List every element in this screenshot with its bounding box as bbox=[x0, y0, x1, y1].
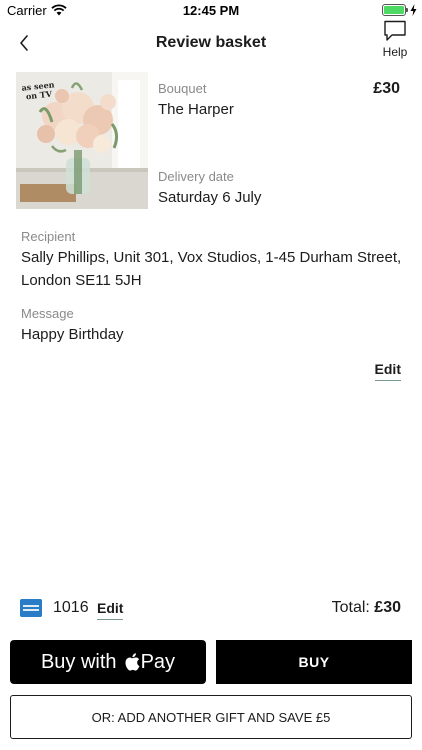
speech-bubble-icon bbox=[384, 20, 406, 41]
apple-pay-button[interactable]: Buy with Pay bbox=[10, 640, 206, 684]
apple-logo-icon bbox=[125, 653, 139, 671]
card-last-digits: 1016 bbox=[53, 599, 89, 616]
edit-order-link[interactable]: Edit bbox=[374, 361, 401, 381]
item-price: £30 bbox=[373, 80, 400, 97]
charging-bolt-icon bbox=[410, 4, 417, 16]
recipient-address-line1: Sally Phillips, Unit 301, Vox Studios, 1… bbox=[21, 249, 402, 266]
status-time: 12:45 PM bbox=[182, 3, 240, 18]
buy-button[interactable]: BUY bbox=[216, 640, 412, 684]
page-title: Review basket bbox=[155, 34, 267, 51]
recipient-label: Recipient bbox=[21, 229, 76, 244]
total-amount: £30 bbox=[374, 599, 401, 616]
order-total: Total: £30 bbox=[332, 599, 401, 617]
message-value: Happy Birthday bbox=[21, 326, 124, 343]
as-seen-on-tv-badge: as seen on TV bbox=[21, 79, 55, 102]
recipient-address-line2: London SE11 5JH bbox=[21, 272, 142, 289]
message-label: Message bbox=[21, 306, 74, 321]
delivery-date-label: Delivery date bbox=[158, 169, 234, 184]
help-label: Help bbox=[382, 45, 408, 59]
amex-card-icon bbox=[20, 599, 42, 617]
delivery-date-value: Saturday 6 July bbox=[158, 189, 262, 206]
total-label: Total: bbox=[331, 599, 370, 616]
bouquet-label: Bouquet bbox=[158, 81, 207, 96]
battery-icon bbox=[382, 4, 406, 16]
apple-pay-prefix: Buy with bbox=[40, 650, 117, 673]
status-bar: Carrier 12:45 PM bbox=[0, 0, 422, 22]
battery-level-fill bbox=[384, 6, 404, 14]
add-another-gift-button[interactable]: OR: ADD ANOTHER GIFT AND SAVE £5 bbox=[10, 695, 412, 739]
bouquet-name: The Harper bbox=[158, 101, 234, 118]
battery-cap bbox=[406, 8, 408, 12]
help-button[interactable]: Help bbox=[378, 20, 412, 62]
apple-pay-suffix: Pay bbox=[140, 650, 176, 673]
edit-payment-link[interactable]: Edit bbox=[97, 600, 124, 620]
